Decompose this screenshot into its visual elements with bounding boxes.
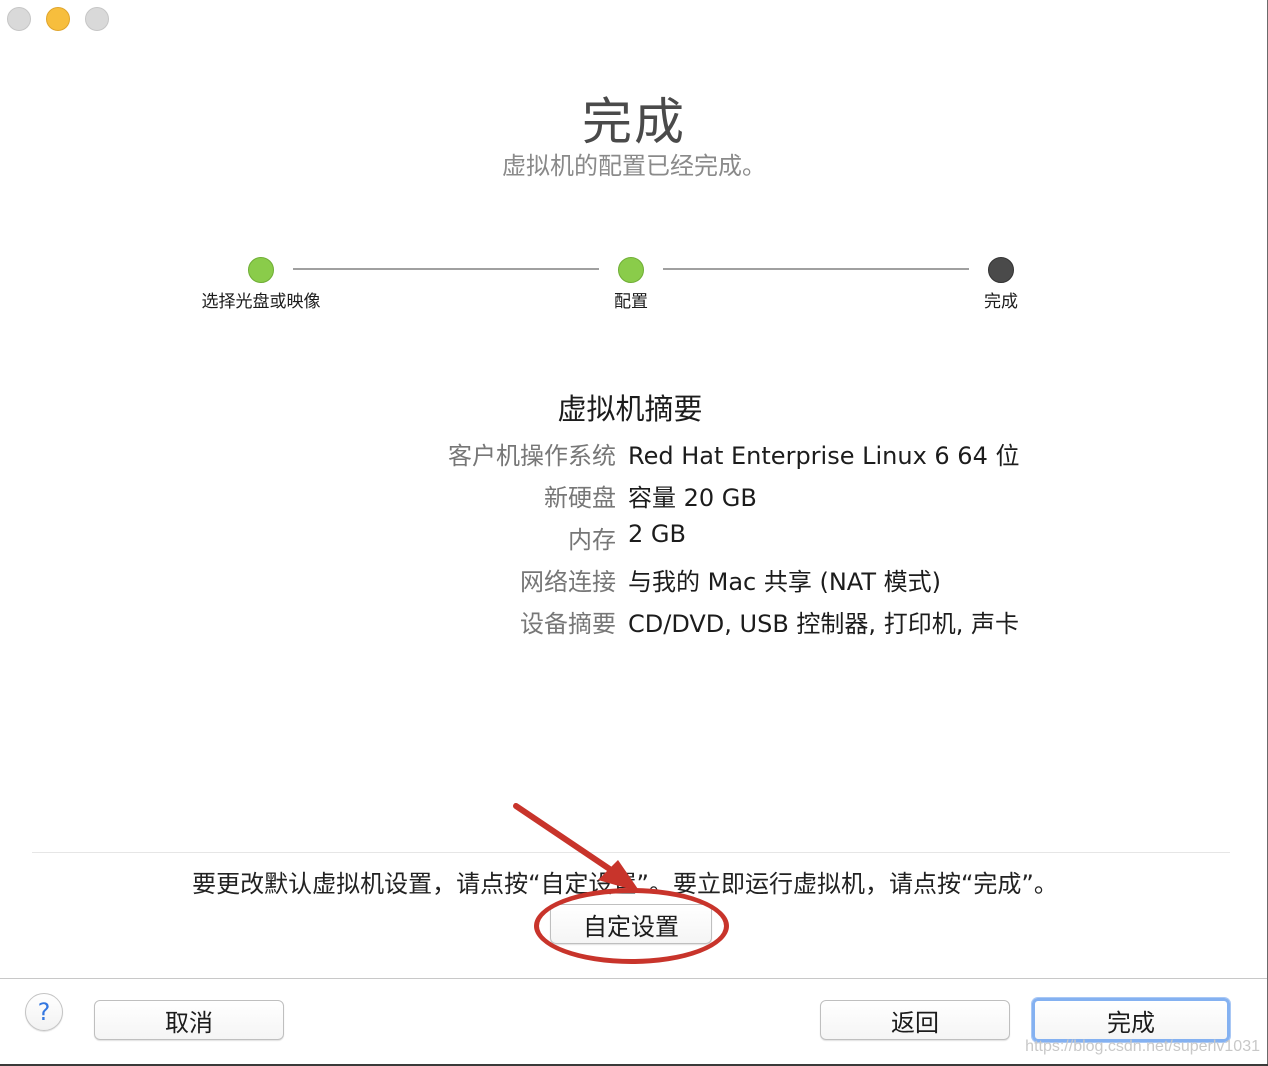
step-label-select-disc: 选择光盘或映像: [201, 292, 321, 312]
cancel-button[interactable]: 取消: [94, 1000, 284, 1040]
summary-title: 虚拟机摘要: [557, 392, 703, 426]
window-controls: [7, 7, 109, 31]
summary-value: 2 GB: [628, 520, 686, 548]
content-divider: [32, 852, 1230, 853]
summary-key: 网络连接: [520, 568, 616, 596]
page-subtitle: 虚拟机的配置已经完成。: [502, 152, 766, 180]
summary-value: 容量 20 GB: [628, 484, 757, 512]
summary-row-new-disk: 新硬盘 容量 20 GB: [0, 478, 1268, 518]
summary-value: CD/DVD, USB 控制器, 打印机, 声卡: [628, 610, 1019, 638]
page-title: 完成: [582, 93, 686, 151]
step-label-configure: 配置: [614, 292, 648, 312]
vm-setup-window: 完成 虚拟机的配置已经完成。 选择光盘或映像 配置 完成 虚拟机摘要 客户机操作…: [0, 0, 1268, 1066]
summary-value: 与我的 Mac 共享 (NAT 模式): [628, 568, 942, 596]
zoom-window-button[interactable]: [85, 7, 109, 31]
back-button[interactable]: 返回: [820, 1000, 1010, 1040]
step-indicator-select-disc: [248, 257, 274, 283]
summary-row-memory: 内存 2 GB: [0, 520, 1268, 560]
summary-value: Red Hat Enterprise Linux 6 64 位: [628, 442, 1020, 470]
finish-button[interactable]: 完成: [1032, 998, 1230, 1042]
summary-key: 设备摘要: [520, 610, 616, 638]
close-window-button[interactable]: [7, 7, 31, 31]
summary-row-network: 网络连接 与我的 Mac 共享 (NAT 模式): [0, 562, 1268, 602]
customize-settings-button[interactable]: 自定设置: [550, 904, 712, 944]
minimize-window-button[interactable]: [46, 7, 70, 31]
step-indicator-configure: [618, 257, 644, 283]
step-connector-1: [293, 268, 599, 270]
step-connector-2: [663, 268, 969, 270]
summary-key: 客户机操作系统: [448, 442, 616, 470]
step-indicator-finish: [988, 257, 1014, 283]
watermark-text: https://blog.csdn.net/superlv1031: [1025, 1038, 1260, 1055]
summary-row-guest-os: 客户机操作系统 Red Hat Enterprise Linux 6 64 位: [0, 436, 1268, 476]
help-button[interactable]: ?: [25, 993, 63, 1031]
step-label-finish: 完成: [984, 292, 1018, 312]
summary-key: 新硬盘: [544, 484, 616, 512]
summary-row-devices: 设备摘要 CD/DVD, USB 控制器, 打印机, 声卡: [0, 604, 1268, 644]
instruction-text: 要更改默认虚拟机设置，请点按“自定设置”。要立即运行虚拟机，请点按“完成”。: [192, 870, 1058, 898]
summary-key: 内存: [568, 526, 616, 554]
